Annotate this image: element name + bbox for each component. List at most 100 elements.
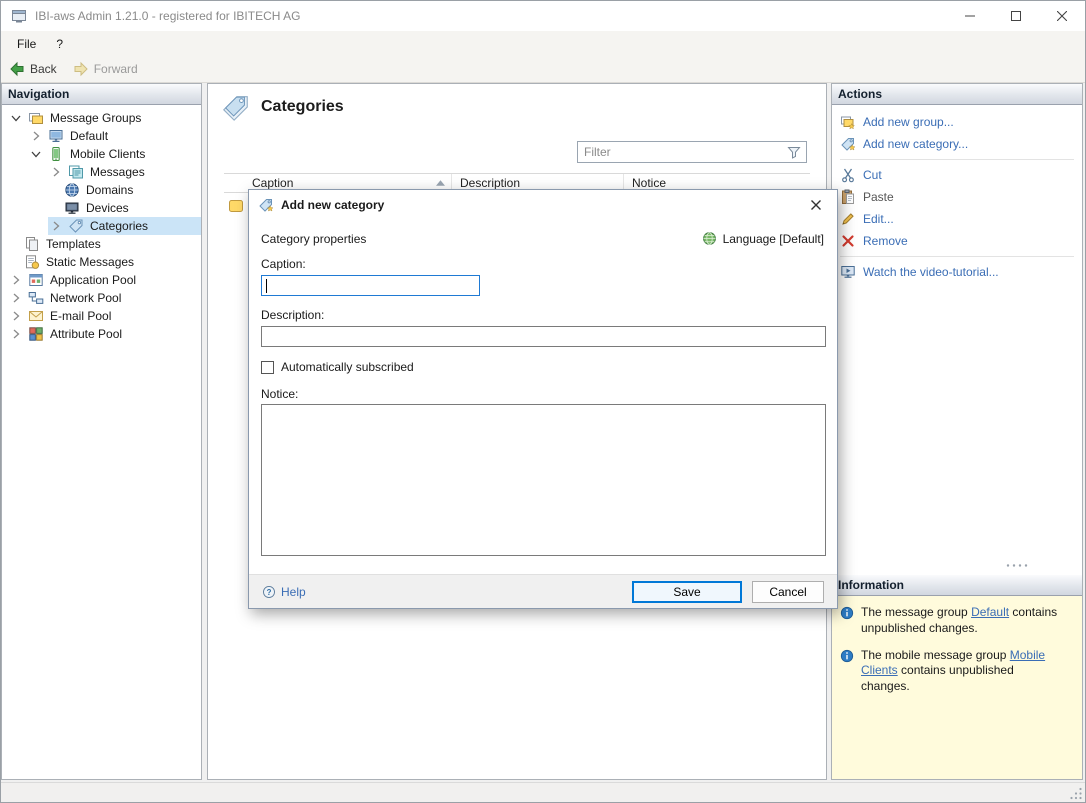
minimize-button[interactable] [947, 1, 993, 31]
category-properties-label: Category properties [261, 232, 366, 246]
action-add-new-category[interactable]: Add new category... [832, 133, 1082, 155]
default-group-icon [48, 128, 64, 144]
add-new-category-dialog: Add new category Category properties Lan… [248, 189, 838, 609]
tree-item-e-mail-pool[interactable]: E-mail Pool [2, 307, 201, 325]
messages-icon [68, 164, 84, 180]
back-button[interactable]: Back [9, 61, 57, 77]
chevron-right-icon[interactable] [48, 164, 64, 180]
window-controls [947, 1, 1085, 31]
tree-item-categories[interactable]: Categories [2, 217, 201, 235]
filter-icon[interactable] [786, 144, 802, 160]
maximize-button[interactable] [993, 1, 1039, 31]
chevron-right-icon[interactable] [48, 218, 64, 234]
maximize-icon [1011, 11, 1021, 21]
filter-input[interactable] [578, 145, 786, 159]
expander-spacer [48, 182, 64, 198]
page-header: Categories [221, 92, 344, 122]
video-tutorial-icon [840, 264, 856, 280]
app-icon [11, 8, 27, 24]
dialog-close-icon [810, 199, 822, 211]
toolbar: Back Forward [1, 56, 1085, 83]
chevron-down-icon[interactable] [28, 146, 44, 162]
tree-item-message-groups[interactable]: Message Groups [2, 109, 201, 127]
auto-subscribed-checkbox[interactable] [261, 361, 274, 374]
action-remove[interactable]: Remove [832, 230, 1082, 252]
help-label: Help [281, 585, 306, 599]
chevron-down-icon[interactable] [8, 110, 24, 126]
close-icon [1057, 11, 1067, 21]
tree-item-devices[interactable]: Devices [2, 199, 201, 217]
dialog-close-button[interactable] [804, 193, 828, 217]
filter-box [577, 141, 807, 163]
caption-label: Caption: [261, 257, 306, 271]
action-edit[interactable]: Edit... [832, 208, 1082, 230]
tree-item-mobile-clients[interactable]: Mobile Clients [2, 145, 201, 163]
add-group-icon [840, 114, 856, 130]
devices-icon [64, 200, 80, 216]
page-title: Categories [261, 98, 344, 116]
sort-asc-icon [436, 180, 445, 186]
tree-item-domains[interactable]: Domains [2, 181, 201, 199]
back-label: Back [30, 62, 57, 76]
email-pool-icon [28, 308, 44, 324]
info-icon [840, 606, 854, 620]
action-label: Cut [863, 168, 882, 182]
paste-icon [840, 189, 856, 205]
action-label: Add new category... [863, 137, 968, 151]
action-add-new-group[interactable]: Add new group... [832, 111, 1082, 133]
caption-input[interactable] [262, 276, 479, 295]
tree-item-attribute-pool[interactable]: Attribute Pool [2, 325, 201, 343]
action-label: Remove [863, 234, 908, 248]
navigation-header: Navigation [2, 84, 201, 105]
caption-field-wrap [261, 275, 480, 296]
tree-item-default[interactable]: Default [2, 127, 201, 145]
notice-label: Notice: [261, 387, 298, 401]
tree-item-label: Categories [88, 218, 150, 234]
info-link-default[interactable]: Default [971, 605, 1009, 619]
auto-subscribed-label: Automatically subscribed [281, 360, 414, 374]
message-groups-icon [28, 110, 44, 126]
tree-item-network-pool[interactable]: Network Pool [2, 289, 201, 307]
info-text: The mobile message group Mobile Clients … [861, 648, 1065, 695]
cancel-button[interactable]: Cancel [752, 581, 824, 603]
help-link[interactable]: ? Help [262, 585, 306, 599]
category-row-icon [228, 198, 244, 214]
resize-grip-icon[interactable] [1069, 786, 1083, 800]
information-panel: The message group Default contains unpub… [832, 596, 1082, 779]
action-cut[interactable]: Cut [832, 164, 1082, 186]
tree-item-static-messages[interactable]: Static Messages [2, 253, 201, 271]
right-panel: Actions Add new group... Add new category… [831, 83, 1083, 780]
description-input[interactable] [261, 326, 826, 347]
action-label: Add new group... [863, 115, 954, 129]
categories-icon [68, 218, 84, 234]
menu-file[interactable]: File [7, 33, 46, 55]
tree-item-label: Message Groups [48, 110, 143, 126]
chevron-right-icon[interactable] [8, 308, 24, 324]
chevron-right-icon[interactable] [8, 272, 24, 288]
tree-item-messages[interactable]: Messages [2, 163, 201, 181]
panel-splitter-grip[interactable] [1004, 563, 1030, 568]
tree-item-application-pool[interactable]: Application Pool [2, 271, 201, 289]
column-label: Description [460, 176, 520, 190]
language-label: Language [Default] [723, 232, 824, 246]
tree-item-templates[interactable]: Templates [2, 235, 201, 253]
information-header: Information [832, 575, 1082, 596]
chevron-right-icon[interactable] [8, 290, 24, 306]
auto-subscribed-row: Automatically subscribed [261, 360, 414, 374]
chevron-right-icon[interactable] [28, 128, 44, 144]
action-label: Edit... [863, 212, 894, 226]
close-button[interactable] [1039, 1, 1085, 31]
chevron-right-icon[interactable] [8, 326, 24, 342]
menu-help[interactable]: ? [46, 33, 73, 55]
action-watch-the-video-tutorial[interactable]: Watch the video-tutorial... [832, 261, 1082, 283]
action-paste[interactable]: Paste [832, 186, 1082, 208]
language-selector[interactable]: Language [Default] [702, 231, 824, 246]
tree-item-label: Messages [88, 164, 147, 180]
dialog-title: Add new category [281, 198, 384, 212]
application-pool-icon [28, 272, 44, 288]
actions-header: Actions [832, 84, 1082, 105]
save-button[interactable]: Save [632, 581, 742, 603]
text-caret [266, 279, 267, 293]
forward-button[interactable]: Forward [73, 61, 138, 77]
notice-textarea[interactable] [261, 404, 826, 556]
